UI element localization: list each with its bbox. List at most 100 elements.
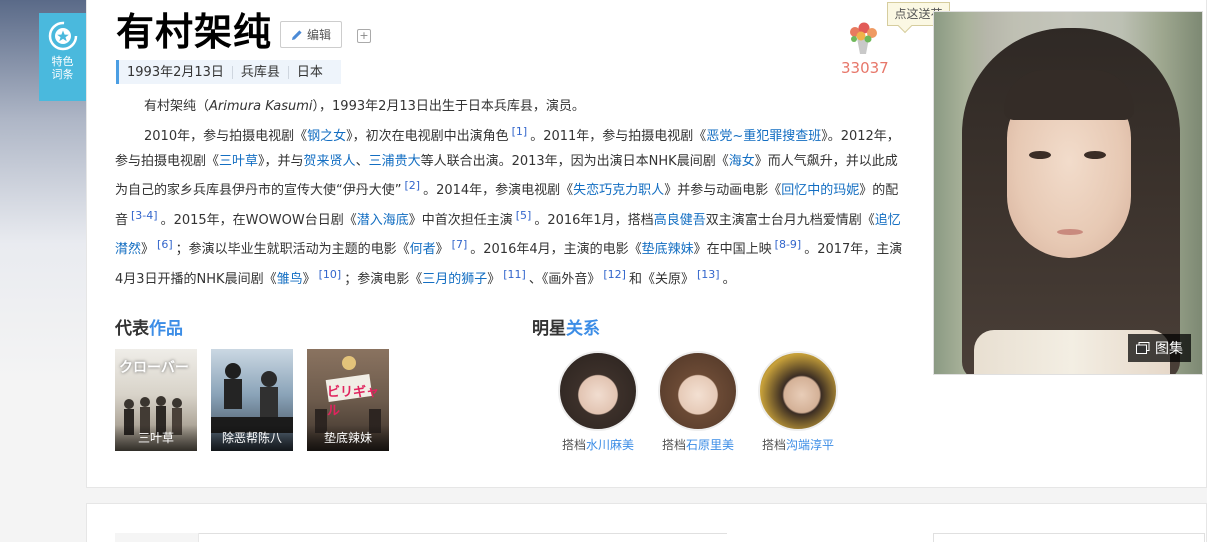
relation-name[interactable]: 水川麻美	[586, 438, 634, 452]
text: 》在中国上映	[693, 242, 772, 257]
bouquet-icon[interactable]	[845, 20, 881, 56]
ref-marker[interactable]: [2]	[404, 179, 420, 192]
main-photo[interactable]	[933, 11, 1203, 375]
text: 有村架纯（	[144, 99, 210, 114]
catalog-divider	[115, 533, 727, 534]
ref-marker[interactable]: [11]	[503, 268, 526, 281]
link-work[interactable]: 恶党~重犯罪搜查班	[706, 129, 821, 144]
flower-count: 33037	[841, 59, 889, 77]
work-item[interactable]: ビリギャル 垫底辣妹	[307, 349, 389, 451]
link-work[interactable]: 钢之女	[307, 129, 346, 144]
works-title-a: 代表	[115, 319, 149, 339]
photo-mouth	[1057, 229, 1083, 235]
badge-label-2: 词条	[51, 68, 74, 81]
avatar	[558, 351, 638, 431]
work-caption: 除恶帮陈八	[211, 425, 293, 451]
gallery-icon	[1136, 342, 1150, 354]
text: 2010年，参与拍摄电视剧《	[144, 129, 308, 144]
link-work[interactable]: 海女	[729, 154, 755, 169]
text: 》	[435, 242, 449, 257]
link-work[interactable]: 雏鸟	[277, 272, 303, 287]
ref-marker[interactable]: [7]	[452, 238, 468, 251]
relation-item[interactable]: 搭档水川麻美	[558, 351, 638, 453]
text: 等人联合出演。2013年，因为出演日本NHK晨间剧《	[420, 153, 729, 169]
text: 。2016年1月，搭档	[534, 212, 654, 228]
content-card	[86, 503, 1207, 542]
relations-title-a: 明星	[532, 319, 566, 339]
text: 》中首次担任主演	[408, 212, 513, 228]
work-caption: 垫底辣妹	[307, 425, 389, 451]
summary-bar: 1993年2月13日 兵库县 日本	[116, 60, 341, 84]
photo-eye-right	[1084, 151, 1106, 159]
relation-prefix: 搭档	[661, 438, 686, 452]
text: 》，初次在电视剧中出演角色	[346, 129, 509, 144]
link-work[interactable]: 何者	[410, 242, 436, 257]
text: 。2014年，参演电视剧《	[423, 183, 574, 198]
relation-label: 搭档沟端淳平	[758, 436, 838, 453]
ref-marker[interactable]: [8-9]	[775, 238, 802, 251]
relation-name[interactable]: 沟端淳平	[786, 438, 834, 452]
link-person[interactable]: 三浦贵大	[369, 154, 421, 169]
entry-title: 有村架纯	[116, 9, 273, 54]
works-section-title: 代表作品	[115, 314, 183, 339]
text: ；参演以毕业生就职活动为主题的电影《	[175, 242, 410, 257]
relation-prefix: 搭档	[761, 438, 786, 452]
photo-bangs	[1004, 70, 1134, 120]
link-person[interactable]: 贺来贤人	[304, 154, 356, 169]
work-item[interactable]: 除恶帮陈八	[211, 349, 293, 451]
poster-text: クローバー	[119, 360, 189, 376]
ref-marker[interactable]: [1]	[512, 125, 528, 138]
relation-label: 搭档水川麻美	[558, 436, 638, 453]
birth-date: 1993年2月13日	[119, 65, 233, 79]
text: 》，并与	[258, 153, 304, 169]
target-star-icon	[48, 21, 77, 51]
link-work[interactable]: 三月的狮子	[422, 272, 487, 287]
link-work[interactable]: 回忆中的玛妮	[781, 183, 859, 198]
text: 。2016年4月，主演的电影《	[470, 242, 642, 257]
side-panel	[933, 533, 1205, 542]
relation-name[interactable]: 石原里美	[686, 438, 734, 452]
text: 双主演富士台月九档爱情剧《	[705, 212, 875, 228]
text: ；参演电影《	[344, 271, 423, 287]
pencil-icon	[291, 29, 302, 40]
text: 》并参与动画电影《	[664, 183, 782, 198]
avatar	[658, 351, 738, 431]
gallery-button[interactable]: 图集	[1128, 334, 1191, 362]
romanized-name: Arimura Kasumi	[209, 99, 313, 114]
ref-marker[interactable]: [12]	[603, 268, 626, 281]
ref-marker[interactable]: [5]	[516, 209, 532, 222]
poster-text: ビリギャル	[327, 385, 380, 419]
relation-item[interactable]: 搭档石原里美	[658, 351, 738, 453]
relation-item[interactable]: 搭档沟端淳平	[758, 351, 838, 453]
avatar	[758, 351, 838, 431]
edit-button[interactable]: 编辑	[280, 21, 342, 48]
badge-label-1: 特色	[51, 55, 74, 68]
birth-place: 兵库县	[233, 65, 289, 79]
text: 》	[487, 271, 501, 287]
ref-marker[interactable]: [6]	[157, 238, 173, 251]
link-work[interactable]: 三叶草	[219, 154, 258, 169]
works-title-b: 作品	[149, 319, 183, 339]
work-caption: 三叶草	[115, 425, 197, 451]
text: 》	[141, 242, 155, 257]
featured-entry-badge[interactable]: 特色 词条	[39, 13, 86, 101]
relation-prefix: 搭档	[561, 438, 586, 452]
text: 和《关原》	[628, 271, 694, 287]
link-work[interactable]: 垫底辣妹	[642, 242, 694, 257]
link-work[interactable]: 失恋巧克力职人	[573, 183, 664, 198]
edit-label: 编辑	[306, 28, 331, 42]
ref-marker[interactable]: [10]	[319, 268, 342, 281]
text: ），1993年2月13日出生于日本兵库县，演员。	[312, 99, 585, 114]
link-work[interactable]: 潜入海底	[357, 213, 409, 228]
text: 。	[722, 271, 736, 287]
work-item[interactable]: クローバー 三叶草	[115, 349, 197, 451]
intro-paragraph-1: 有村架纯（Arimura Kasumi），1993年2月13日出生于日本兵库县，…	[115, 95, 903, 120]
relation-label: 搭档石原里美	[658, 436, 738, 453]
ref-marker[interactable]: [13]	[697, 268, 720, 281]
ref-marker[interactable]: [3-4]	[131, 209, 158, 222]
link-person[interactable]: 高良健吾	[654, 213, 706, 228]
relations-section-title: 明星关系	[532, 314, 600, 339]
catalog-tab[interactable]	[115, 533, 199, 542]
nationality: 日本	[296, 64, 323, 80]
add-button[interactable]: +	[357, 29, 371, 43]
